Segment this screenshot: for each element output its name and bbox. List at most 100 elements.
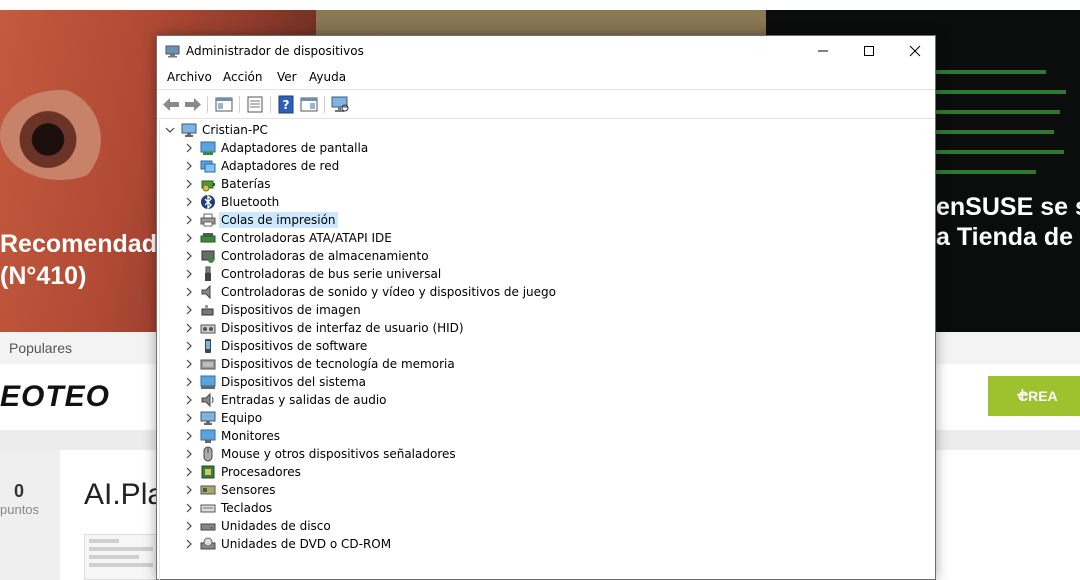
chevron-right-icon[interactable]: [184, 503, 194, 513]
maximize-icon: [864, 46, 874, 56]
tree-item-category[interactable]: Controladoras de bus serie universal: [157, 265, 935, 283]
chevron-right-icon[interactable]: [184, 287, 194, 297]
chevron-right-icon[interactable]: [184, 305, 194, 315]
article-thumbnail[interactable]: [84, 534, 158, 580]
forward-arrow-icon[interactable]: [183, 95, 203, 114]
menu-archivo[interactable]: Archivo: [167, 70, 212, 84]
printer-icon: [200, 213, 216, 227]
create-button[interactable]: CREA: [988, 376, 1080, 416]
tree-item-label: Entradas y salidas de audio: [221, 393, 387, 407]
tree-item-category[interactable]: Dispositivos de interfaz de usuario (HID…: [157, 319, 935, 337]
tree-item-category[interactable]: Equipo: [157, 409, 935, 427]
chevron-right-icon[interactable]: [184, 539, 194, 549]
tab-populares[interactable]: Populares: [9, 340, 72, 356]
tree-item-category[interactable]: Unidades de DVD o CD-ROM: [157, 535, 935, 553]
memory-icon: [200, 359, 216, 370]
back-arrow-icon[interactable]: [161, 95, 181, 114]
chevron-right-icon[interactable]: [184, 413, 194, 423]
tree-item-category[interactable]: Sensores: [157, 481, 935, 499]
chevron-down-icon[interactable]: [165, 125, 175, 135]
points-value: 0: [14, 481, 25, 501]
action-pane-icon[interactable]: [299, 95, 319, 114]
chevron-right-icon[interactable]: [184, 215, 194, 225]
tree-item-category[interactable]: Controladoras de sonido y vídeo y dispos…: [157, 283, 935, 301]
tree-item-label: Mouse y otros dispositivos señaladores: [221, 447, 456, 461]
hero-left-title-line: (N°410): [0, 262, 87, 290]
menu-ayuda[interactable]: Ayuda: [309, 70, 346, 84]
tree-item-category[interactable]: Dispositivos del sistema: [157, 373, 935, 391]
tree-item-label: Teclados: [221, 501, 273, 515]
minimize-button[interactable]: [800, 36, 846, 66]
tree-item-category[interactable]: Dispositivos de software: [157, 337, 935, 355]
article-title[interactable]: AI.Pla: [84, 478, 164, 512]
tree-item-label: Controladoras de sonido y vídeo y dispos…: [221, 285, 556, 299]
tree-item-label: Sensores: [221, 483, 276, 497]
maximize-button[interactable]: [846, 36, 892, 66]
chevron-right-icon[interactable]: [184, 143, 194, 153]
tree-item-category[interactable]: Procesadores: [157, 463, 935, 481]
chevron-right-icon[interactable]: [184, 377, 194, 387]
properties-icon[interactable]: [245, 95, 265, 114]
tree-item-category[interactable]: Adaptadores de pantalla: [157, 139, 935, 157]
hero-right-title[interactable]: enSUSE se su a Tienda de W: [936, 192, 1080, 252]
chevron-right-icon[interactable]: [184, 197, 194, 207]
device-tree[interactable]: Cristian-PC Adaptadores de pantalla Adapta…: [157, 120, 935, 580]
chevron-right-icon[interactable]: [184, 467, 194, 477]
hero-left-title-line: Recomendado: [0, 230, 173, 258]
menu-accion[interactable]: Acción: [223, 70, 262, 84]
help-icon[interactable]: ?: [276, 95, 296, 114]
chevron-right-icon[interactable]: [184, 431, 194, 441]
tree-item-label: Adaptadores de pantalla: [221, 141, 369, 155]
tree-item-label: Bluetooth: [221, 195, 280, 209]
title-bar[interactable]: Administrador de dispositivos: [157, 36, 935, 66]
chevron-right-icon[interactable]: [184, 179, 194, 189]
chevron-right-icon[interactable]: [184, 341, 194, 351]
chevron-right-icon[interactable]: [184, 233, 194, 243]
tree-item-category[interactable]: Mouse y otros dispositivos señaladores: [157, 445, 935, 463]
tree-item-label: Unidades de DVD o CD-ROM: [221, 537, 392, 551]
chevron-right-icon[interactable]: [184, 269, 194, 279]
dvd-drive-icon: [200, 537, 216, 550]
terminal-text-line: [936, 110, 1060, 114]
chevron-right-icon[interactable]: [184, 395, 194, 405]
computer-icon: [181, 123, 197, 137]
menu-bar: Archivo Acción Ver Ayuda: [157, 66, 935, 88]
terminal-text-line: [936, 90, 1066, 94]
chevron-right-icon[interactable]: [184, 161, 194, 171]
tree-item-category[interactable]: Bluetooth: [157, 193, 935, 211]
show-hide-console-tree-icon[interactable]: [214, 95, 234, 114]
system-device-icon: [200, 375, 216, 389]
storage-controller-icon: [201, 250, 215, 263]
chevron-right-icon[interactable]: [184, 251, 194, 261]
toolbar-separator: [207, 96, 208, 113]
tree-item-category[interactable]: Baterías: [157, 175, 935, 193]
tree-item-label: Adaptadores de red: [221, 159, 340, 173]
tree-item-category[interactable]: Monitores: [157, 427, 935, 445]
terminal-text-line: [936, 130, 1054, 134]
chevron-right-icon[interactable]: [184, 359, 194, 369]
tree-item-label: Monitores: [221, 429, 280, 443]
close-button[interactable]: [892, 36, 938, 66]
tree-item-category[interactable]: Adaptadores de red: [157, 157, 935, 175]
tree-root-cristian-pc[interactable]: Cristian-PC: [157, 121, 935, 139]
tree-item-category[interactable]: Controladoras de almacenamiento: [157, 247, 935, 265]
chevron-right-icon[interactable]: [184, 323, 194, 333]
tree-item-category[interactable]: Colas de impresión: [157, 211, 935, 229]
site-logo[interactable]: EOTEO: [0, 380, 110, 414]
tree-item-category[interactable]: Controladoras ATA/ATAPI IDE: [157, 229, 935, 247]
audio-io-icon: [201, 392, 214, 408]
tree-item-category[interactable]: Unidades de disco: [157, 517, 935, 535]
chevron-right-icon[interactable]: [184, 521, 194, 531]
hero-face-image: [0, 90, 120, 180]
menu-ver[interactable]: Ver: [277, 70, 297, 84]
tree-item-label: Controladoras de bus serie universal: [221, 267, 442, 281]
tree-item-category[interactable]: Entradas y salidas de audio: [157, 391, 935, 409]
tree-item-category[interactable]: Dispositivos de imagen: [157, 301, 935, 319]
chevron-right-icon[interactable]: [184, 485, 194, 495]
tree-item-label: Controladoras de almacenamiento: [221, 249, 429, 263]
hero-left-title[interactable]: Recomendado (N°410): [0, 228, 172, 292]
tree-item-category[interactable]: Teclados: [157, 499, 935, 517]
chevron-right-icon[interactable]: [184, 449, 194, 459]
scan-hardware-icon[interactable]: [330, 95, 350, 114]
tree-item-category[interactable]: Dispositivos de tecnología de memoria: [157, 355, 935, 373]
